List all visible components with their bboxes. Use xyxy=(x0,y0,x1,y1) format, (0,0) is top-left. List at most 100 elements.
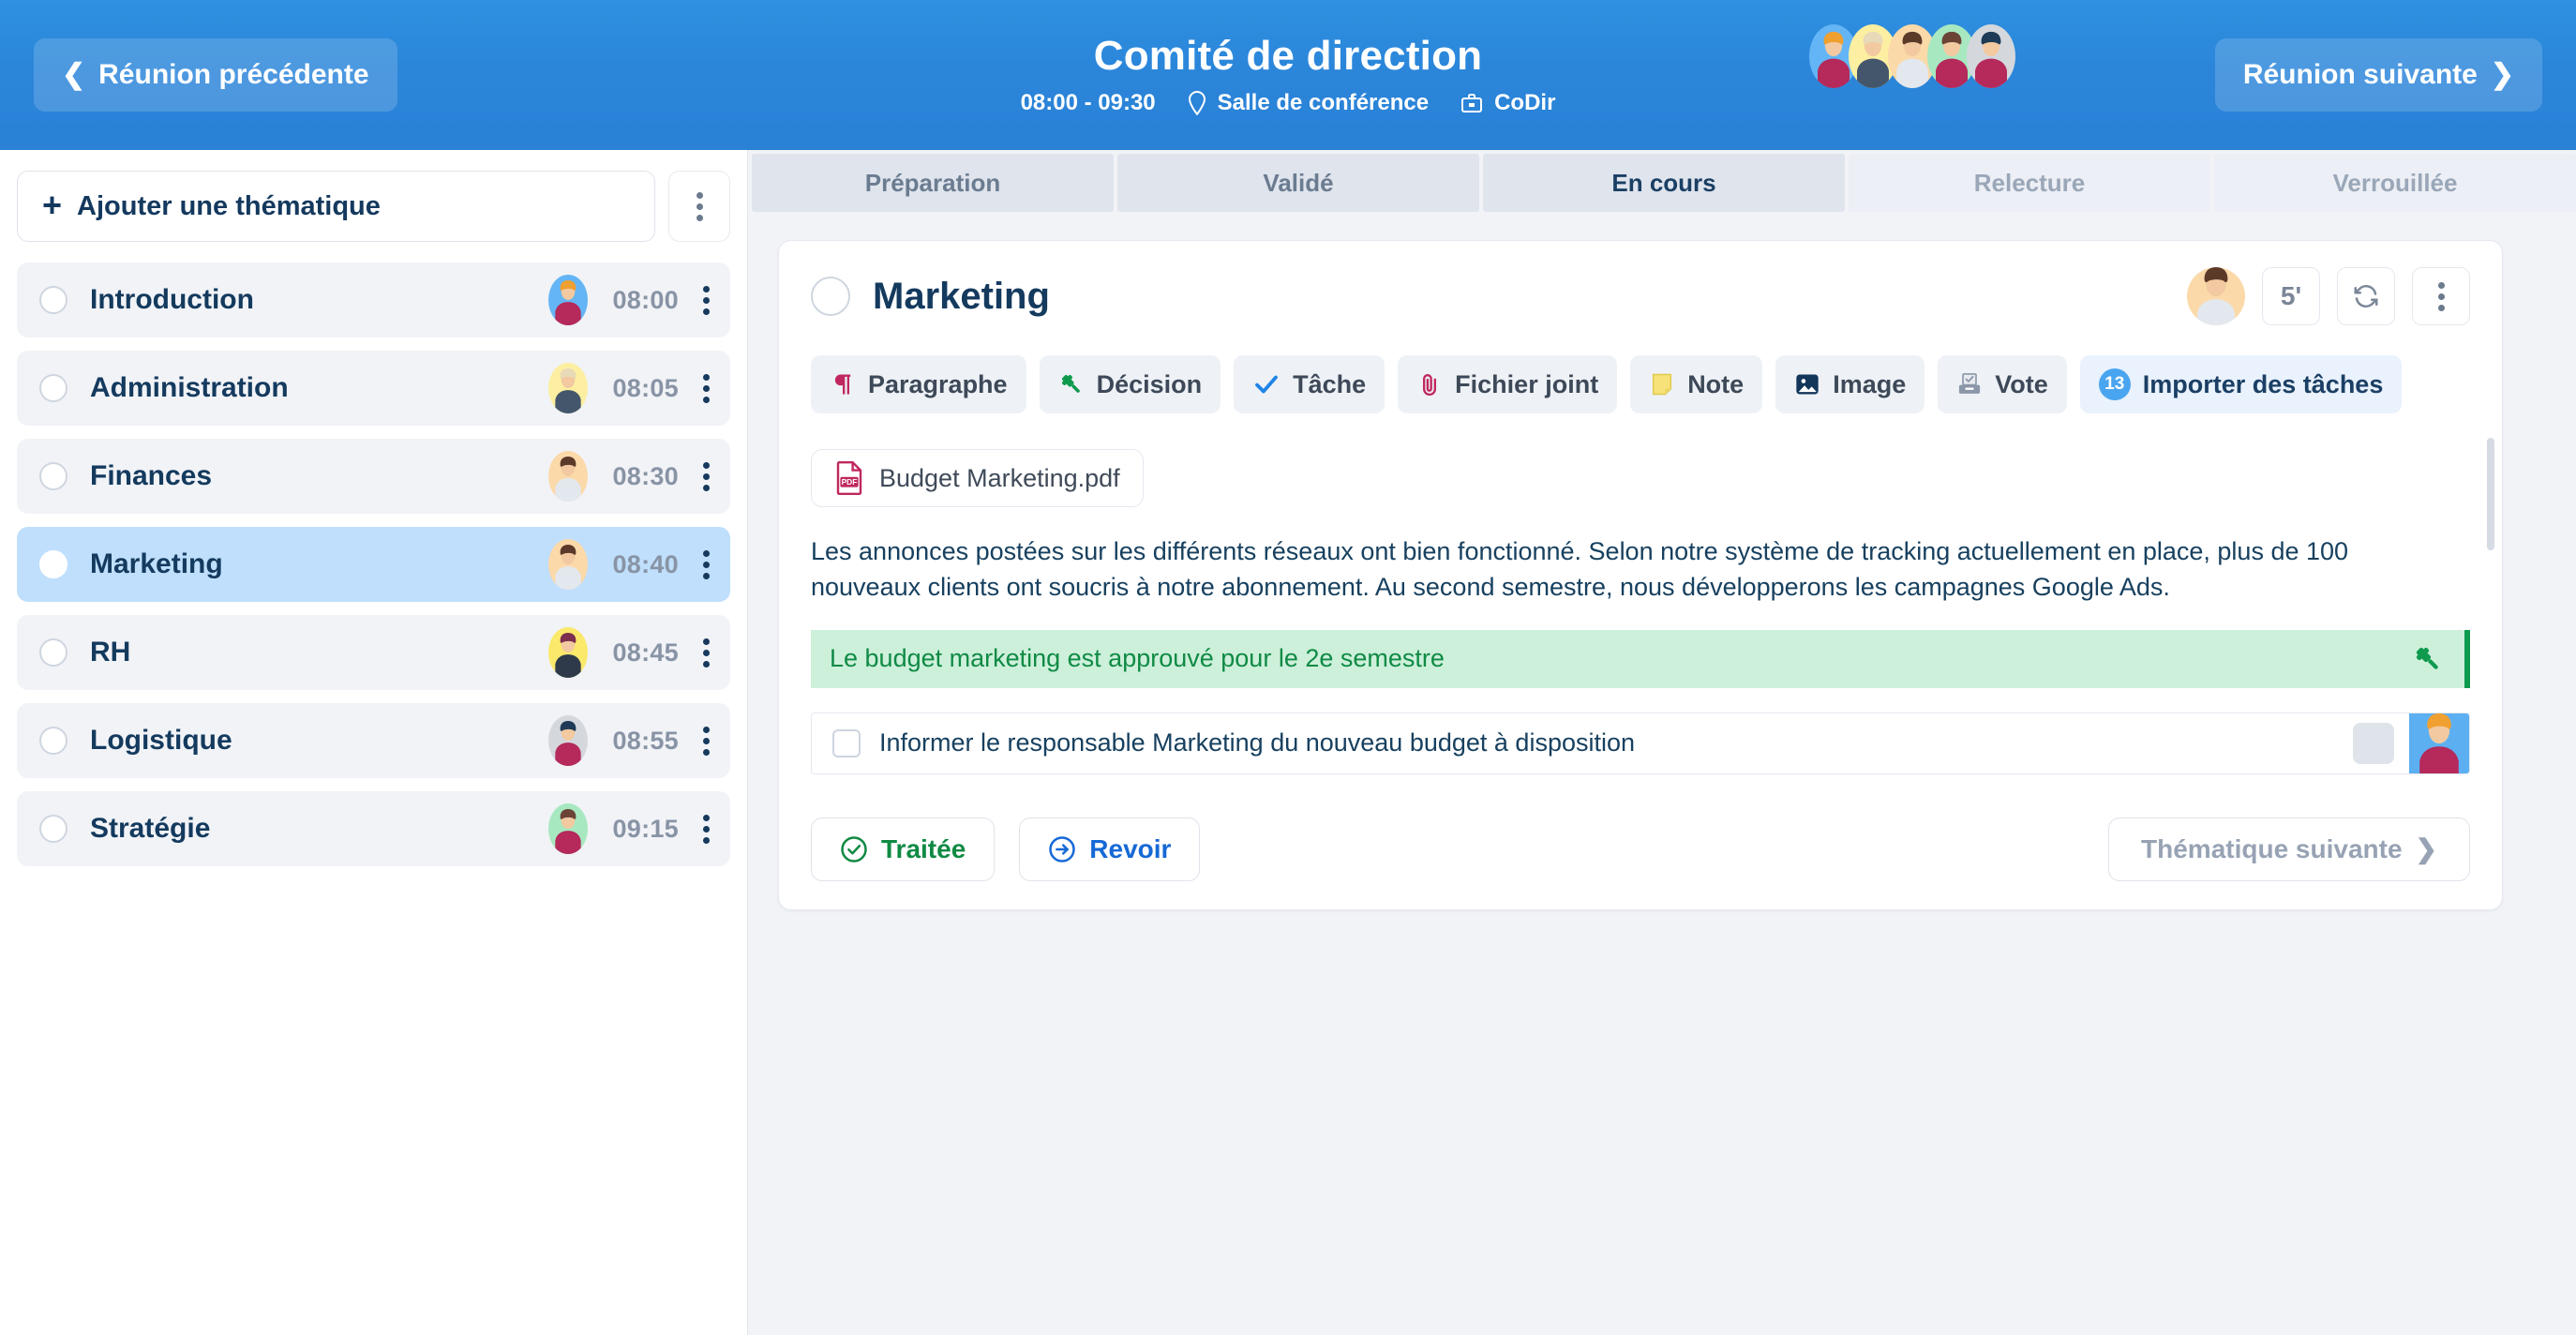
briefcase-icon xyxy=(1460,92,1483,114)
topic-menu-button[interactable] xyxy=(703,638,710,668)
review-button[interactable]: Revoir xyxy=(1019,818,1200,881)
topic-label: Finances xyxy=(90,460,548,492)
meeting-category: CoDir xyxy=(1494,90,1555,116)
card-actions: Traitée Revoir Thématique suivante ❯ xyxy=(811,818,2470,881)
avatar[interactable] xyxy=(548,803,588,854)
count-badge: 13 xyxy=(2099,368,2131,400)
sidebar-menu-button[interactable] xyxy=(668,171,730,242)
tab-en-cours[interactable]: En cours xyxy=(1483,154,1845,212)
tab-valid-[interactable]: Validé xyxy=(1117,154,1479,212)
radio-unchecked-icon[interactable] xyxy=(811,277,850,316)
kebab-menu-icon xyxy=(703,727,710,756)
content-area: Marketing 5' ParagrapheDécisi xyxy=(748,212,2576,1335)
next-topic-button[interactable]: Thématique suivante ❯ xyxy=(2108,818,2470,881)
topic-menu-button[interactable] xyxy=(703,727,710,756)
add-importer-des-t-ches-button[interactable]: 13 Importer des tâches xyxy=(2080,355,2403,413)
checkbox-unchecked-icon[interactable] xyxy=(832,729,861,758)
paperclip-icon xyxy=(1416,371,1443,398)
add-note-button[interactable]: Note xyxy=(1630,355,1762,413)
mark-processed-label: Traitée xyxy=(881,834,966,864)
meeting-time-range: 08:00 - 09:30 xyxy=(1021,90,1156,116)
pilcrow-icon xyxy=(830,371,856,398)
add-d-cision-button[interactable]: Décision xyxy=(1040,355,1221,413)
radio-unchecked-icon[interactable] xyxy=(39,286,67,314)
gavel-icon xyxy=(1058,371,1085,398)
sidebar-toolbar: + Ajouter une thématique xyxy=(17,171,730,242)
card-scrollbar[interactable] xyxy=(2487,438,2494,550)
chip-label: Fichier joint xyxy=(1455,370,1598,399)
topic-item-logistique[interactable]: Logistique08:55 xyxy=(17,703,730,778)
topic-time: 08:40 xyxy=(612,550,679,579)
avatar[interactable] xyxy=(2187,267,2245,325)
kebab-menu-icon xyxy=(703,815,710,844)
meeting-header: ❮ Réunion précédente Comité de direction… xyxy=(0,0,2576,150)
topic-menu-button[interactable] xyxy=(703,286,710,315)
topic-item-introduction[interactable]: Introduction08:00 xyxy=(17,262,730,338)
duration-button[interactable]: 5' xyxy=(2262,267,2320,325)
topic-card: Marketing 5' ParagrapheDécisi xyxy=(778,240,2503,910)
chip-label: Importer des tâches xyxy=(2143,370,2384,399)
previous-meeting-button[interactable]: ❮ Réunion précédente xyxy=(34,38,397,112)
task-block[interactable]: Informer le responsable Marketing du nou… xyxy=(811,712,2470,774)
body: + Ajouter une thématique Introduction08:… xyxy=(0,150,2576,1335)
topic-menu-button[interactable] xyxy=(703,374,710,403)
card-title: Marketing xyxy=(873,276,1050,318)
add-t-che-button[interactable]: Tâche xyxy=(1234,355,1385,413)
kebab-menu-icon xyxy=(703,374,710,403)
avatar[interactable] xyxy=(548,539,588,590)
chip-label: Vote xyxy=(1995,370,2048,399)
tab-verrouill-e[interactable]: Verrouillée xyxy=(2214,154,2576,212)
card-header-controls: 5' xyxy=(2187,267,2470,325)
avatar[interactable] xyxy=(548,363,588,413)
topic-menu-button[interactable] xyxy=(703,550,710,579)
avatar[interactable] xyxy=(548,715,588,766)
main-panel: PréparationValidéEn coursRelectureVerrou… xyxy=(748,150,2576,1335)
add-topic-button[interactable]: + Ajouter une thématique xyxy=(17,171,655,242)
topic-item-rh[interactable]: RH 08:45 xyxy=(17,615,730,690)
kebab-menu-icon xyxy=(703,462,710,491)
next-meeting-button[interactable]: Réunion suivante ❯ xyxy=(2215,38,2542,112)
radio-unchecked-icon[interactable] xyxy=(39,374,67,402)
avatar[interactable] xyxy=(548,451,588,502)
task-assignee-avatar[interactable] xyxy=(2409,712,2469,774)
radio-unchecked-icon[interactable] xyxy=(39,462,67,490)
topic-label: Introduction xyxy=(90,284,548,316)
topic-item-administration[interactable]: Administration08:05 xyxy=(17,351,730,426)
chip-label: Décision xyxy=(1097,370,1203,399)
radio-unchecked-icon[interactable] xyxy=(39,550,67,578)
mark-processed-button[interactable]: Traitée xyxy=(811,818,995,881)
avatar[interactable] xyxy=(548,627,588,678)
topic-time: 09:15 xyxy=(612,815,679,844)
avatar[interactable] xyxy=(548,275,588,325)
plus-icon: + xyxy=(42,188,62,222)
attachment-item[interactable]: PDF Budget Marketing.pdf xyxy=(811,449,1144,507)
topic-label: RH xyxy=(90,637,548,668)
task-date-button[interactable] xyxy=(2353,723,2394,764)
paragraph-block[interactable]: Les annonces postées sur les différents … xyxy=(811,533,2470,606)
decision-block[interactable]: Le budget marketing est approuvé pour le… xyxy=(811,630,2470,688)
radio-unchecked-icon[interactable] xyxy=(39,638,67,667)
topic-time: 08:45 xyxy=(612,638,679,668)
add-vote-button[interactable]: Vote xyxy=(1938,355,2067,413)
avatar[interactable] xyxy=(1967,24,2015,88)
topic-menu-button[interactable] xyxy=(703,815,710,844)
tab-pr-paration[interactable]: Préparation xyxy=(752,154,1114,212)
map-pin-icon xyxy=(1188,91,1206,115)
card-menu-button[interactable] xyxy=(2412,267,2470,325)
add-image-button[interactable]: Image xyxy=(1775,355,1925,413)
kebab-menu-icon xyxy=(703,638,710,668)
add-fichier-joint-button[interactable]: Fichier joint xyxy=(1398,355,1617,413)
participants-avatars[interactable] xyxy=(1809,24,2015,88)
ballot-box-icon xyxy=(1956,371,1983,398)
radio-unchecked-icon[interactable] xyxy=(39,815,67,843)
refresh-icon[interactable] xyxy=(2337,267,2395,325)
add-paragraphe-button[interactable]: Paragraphe xyxy=(811,355,1026,413)
tab-relecture[interactable]: Relecture xyxy=(1849,154,2210,212)
topic-item-marketing[interactable]: Marketing08:40 xyxy=(17,527,730,602)
topic-item-strat-gie[interactable]: Stratégie09:15 xyxy=(17,791,730,866)
topic-item-finances[interactable]: Finances08:30 xyxy=(17,439,730,514)
radio-unchecked-icon[interactable] xyxy=(39,727,67,755)
pdf-file-icon: PDF xyxy=(834,461,864,495)
topic-menu-button[interactable] xyxy=(703,462,710,491)
review-label: Revoir xyxy=(1089,834,1171,864)
